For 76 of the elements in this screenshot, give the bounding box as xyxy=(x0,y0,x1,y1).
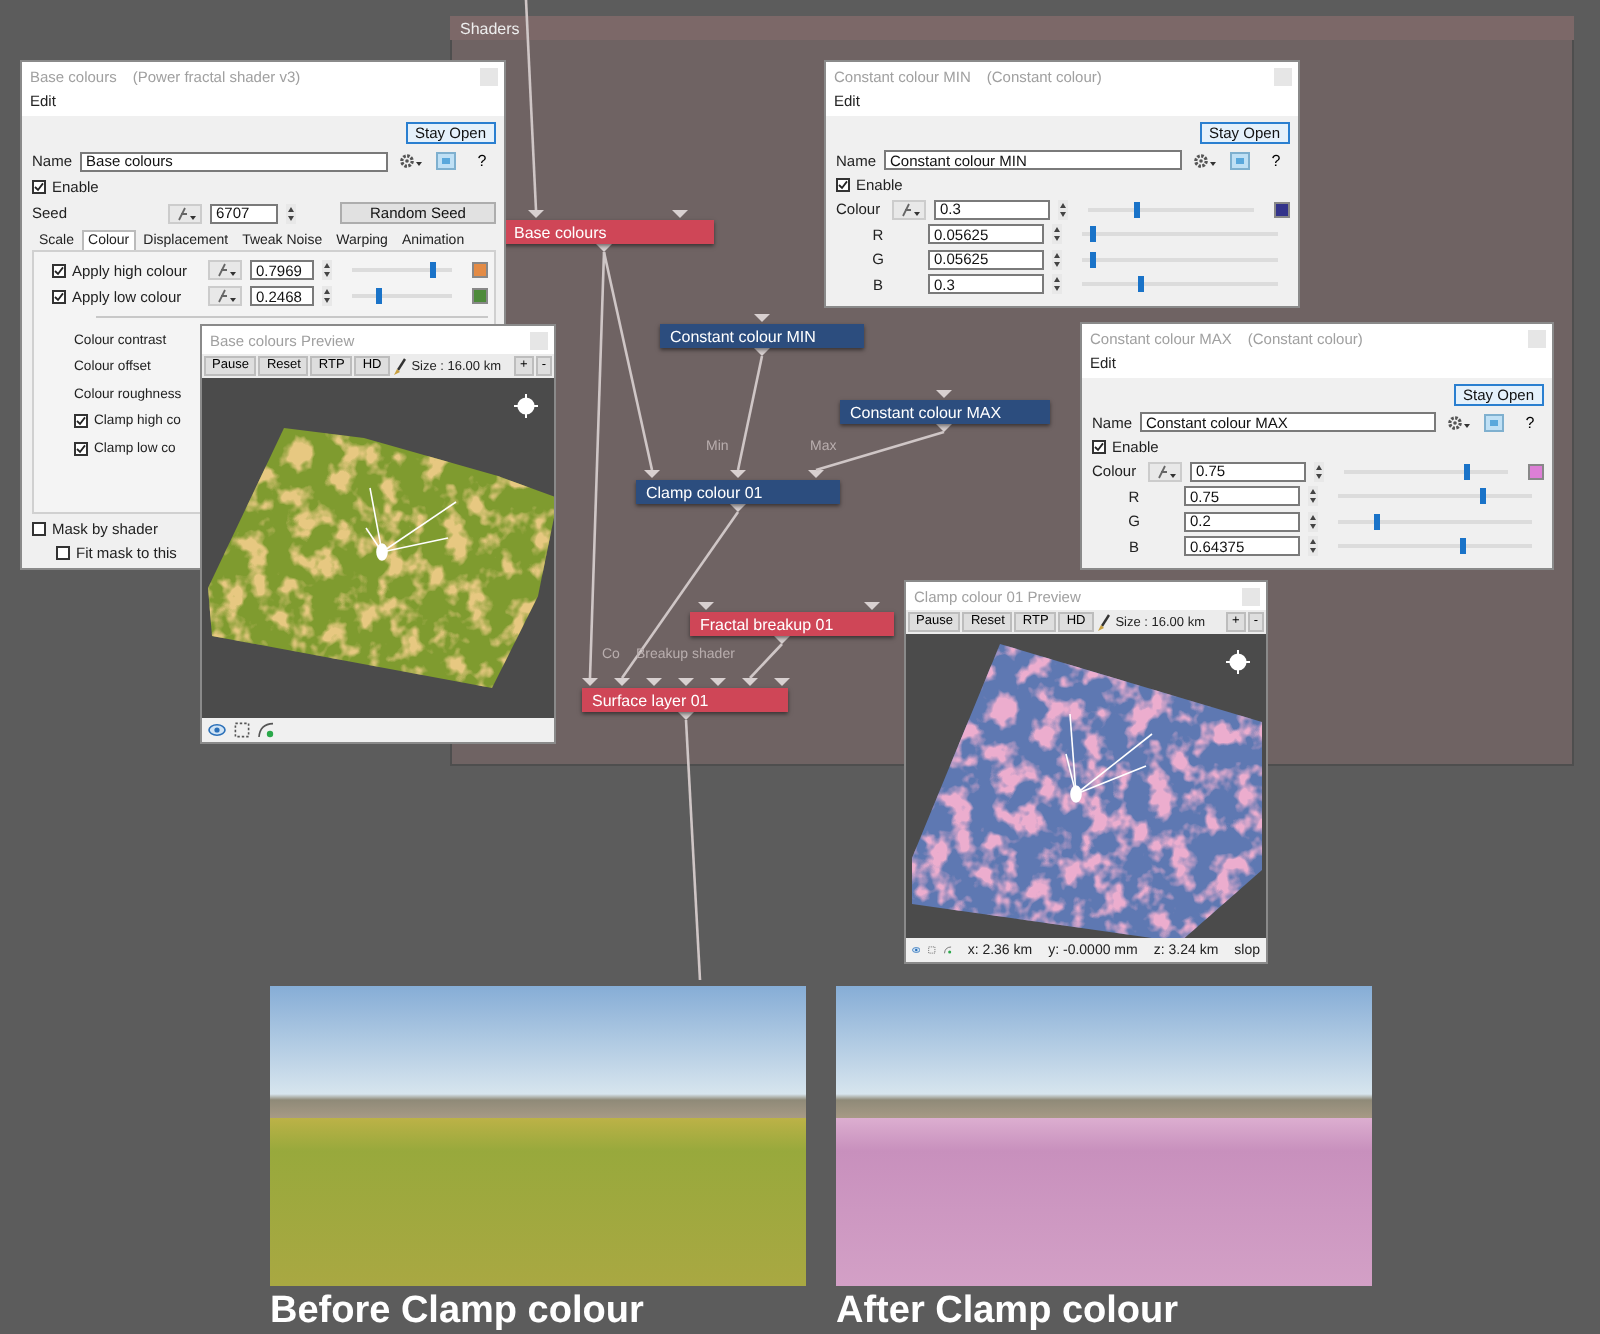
formula-icon xyxy=(1153,463,1177,479)
node-connector xyxy=(749,643,783,679)
formula-icon xyxy=(213,262,237,278)
shader-node[interactable]: Constant colour MAX xyxy=(840,400,1050,424)
checkbox[interactable] xyxy=(32,180,46,194)
spinner-arrows-icon[interactable] xyxy=(1308,511,1318,531)
checkbox[interactable] xyxy=(32,522,46,536)
function-button[interactable] xyxy=(892,199,926,219)
spinner-arrows-icon[interactable] xyxy=(1308,486,1318,506)
shader-node[interactable]: Constant colour MIN xyxy=(660,324,864,348)
slider-thumb[interactable] xyxy=(1373,513,1380,529)
checkbox[interactable] xyxy=(74,414,88,428)
function-button[interactable] xyxy=(168,203,202,223)
curve-icon[interactable] xyxy=(258,722,274,738)
checkbox[interactable] xyxy=(52,263,66,277)
slider-thumb[interactable] xyxy=(1134,201,1141,217)
colour-swatch[interactable] xyxy=(1528,463,1544,479)
help-button[interactable]: ? xyxy=(1516,411,1544,433)
spinner-arrows-icon[interactable] xyxy=(1314,461,1324,481)
panel-title: Shaders xyxy=(460,19,520,37)
gear-button[interactable] xyxy=(1190,149,1218,171)
photo-caption: After Clamp colour xyxy=(836,1292,1181,1332)
formula-icon xyxy=(897,201,921,217)
colour-swatch[interactable] xyxy=(472,262,488,278)
paint-brush-icon[interactable] xyxy=(1095,613,1112,631)
spinner-arrows-icon[interactable] xyxy=(1308,536,1318,556)
shader-node[interactable]: Surface layer 01 xyxy=(582,688,788,712)
slider-thumb[interactable] xyxy=(1090,251,1097,267)
checkbox[interactable] xyxy=(56,546,70,560)
paint-brush-icon[interactable] xyxy=(391,357,408,375)
gear-icon xyxy=(1445,413,1471,431)
checkbox[interactable] xyxy=(52,289,66,303)
checkbox[interactable] xyxy=(74,441,88,455)
image-icon xyxy=(1484,413,1504,431)
eye-icon[interactable] xyxy=(912,942,921,958)
spinner-arrows-icon[interactable] xyxy=(286,203,296,223)
node-connector xyxy=(815,430,945,472)
help-button[interactable]: ? xyxy=(468,150,496,172)
slider-thumb[interactable] xyxy=(375,288,381,304)
help-button[interactable]: ? xyxy=(1262,149,1290,171)
formula-icon xyxy=(213,288,237,304)
node-connector xyxy=(736,355,764,471)
spinner-arrows-icon[interactable] xyxy=(1058,199,1068,219)
sun-icon xyxy=(1226,650,1250,674)
gear-button[interactable] xyxy=(1444,411,1472,433)
function-button[interactable] xyxy=(1148,461,1182,481)
spinner-arrows-icon[interactable] xyxy=(1052,274,1062,294)
colour-swatch[interactable] xyxy=(472,288,488,304)
shader-node[interactable]: Fractal breakup 01 xyxy=(690,612,894,636)
gear-icon xyxy=(1191,151,1217,169)
spinner-arrows-icon[interactable] xyxy=(1052,224,1062,244)
slider-thumb[interactable] xyxy=(1090,226,1097,242)
frame-icon[interactable] xyxy=(234,722,250,738)
slider-thumb[interactable] xyxy=(1137,276,1144,292)
checkbox[interactable] xyxy=(1092,440,1106,454)
formula-icon xyxy=(173,205,197,221)
shader-node[interactable]: Clamp colour 01 xyxy=(636,480,840,504)
checkbox[interactable] xyxy=(836,178,850,192)
spinner-arrows-icon[interactable] xyxy=(322,260,332,280)
slider-thumb[interactable] xyxy=(1464,463,1470,479)
function-button[interactable] xyxy=(208,260,242,280)
gear-icon xyxy=(397,152,423,170)
spinner-arrows-icon[interactable] xyxy=(322,286,332,306)
colour-swatch[interactable] xyxy=(1274,201,1290,217)
image-icon xyxy=(1230,151,1250,169)
slider-thumb[interactable] xyxy=(1459,538,1466,554)
shader-node[interactable]: Base colours xyxy=(504,220,714,244)
sun-icon xyxy=(514,394,538,418)
gear-button[interactable] xyxy=(396,150,424,172)
spinner-arrows-icon[interactable] xyxy=(1052,249,1062,269)
eye-icon[interactable] xyxy=(208,722,226,738)
photo-caption: Before Clamp colour xyxy=(270,1292,646,1332)
image-icon xyxy=(436,152,456,170)
function-button[interactable] xyxy=(208,286,242,306)
slider-thumb[interactable] xyxy=(1480,488,1487,504)
slider-thumb[interactable] xyxy=(429,262,435,278)
